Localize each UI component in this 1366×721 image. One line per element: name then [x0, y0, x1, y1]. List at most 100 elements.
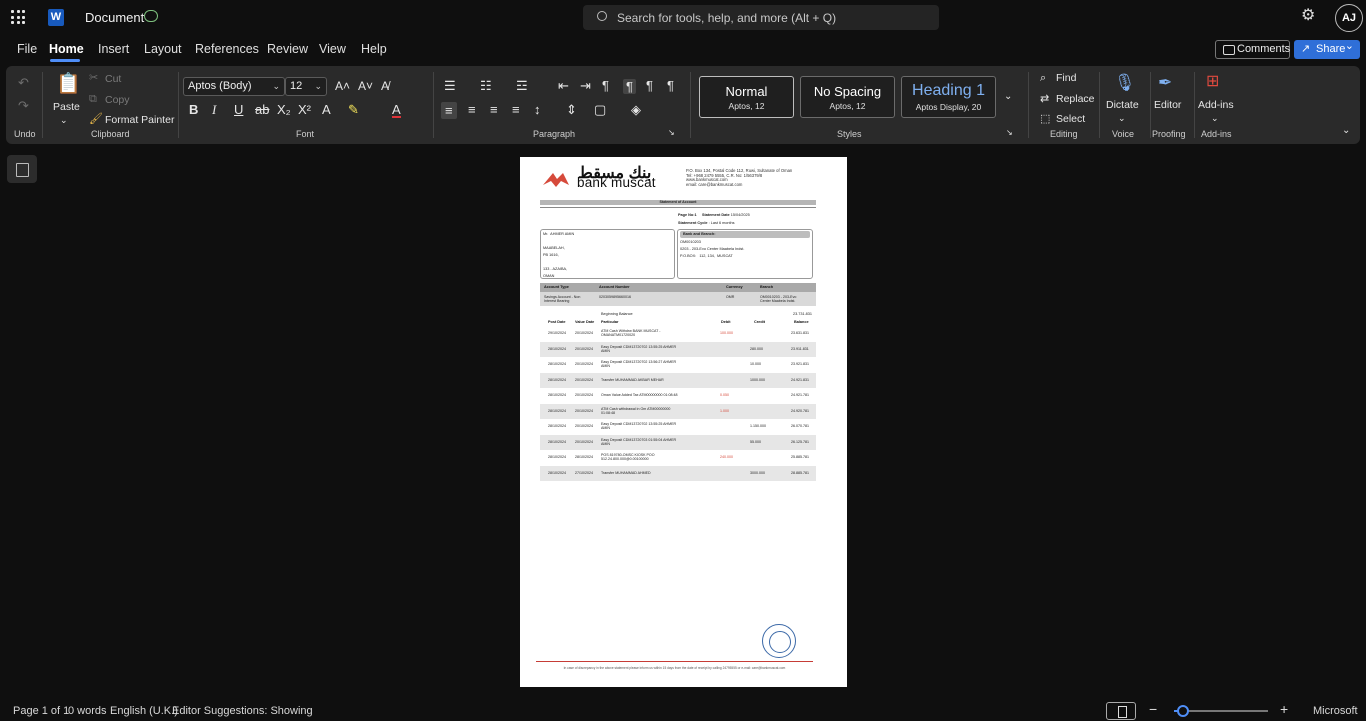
chevron-down-icon[interactable]: ⌄ [1118, 112, 1126, 125]
paragraph-spacing-icon[interactable]: ⇕ [566, 103, 577, 116]
menu-review[interactable]: Review [267, 42, 308, 56]
menu-view[interactable]: View [319, 42, 346, 56]
justify-icon[interactable]: ≡ [512, 103, 520, 116]
rtl-paragraph-icon[interactable]: ¶ [646, 79, 653, 92]
highlight-icon[interactable]: ✎ [348, 103, 359, 116]
find-button[interactable]: Find [1056, 72, 1076, 84]
menu-insert[interactable]: Insert [98, 42, 129, 56]
text-effects-icon[interactable]: A [322, 103, 331, 116]
format-painter-button[interactable]: Format Painter [105, 114, 174, 126]
font-color-icon[interactable]: A [392, 103, 401, 118]
show-marks-icon[interactable]: ¶ [667, 79, 674, 92]
address-line: email: care@bankmuscat.com [686, 181, 743, 187]
value-date-cell: 20/10/2024 [575, 331, 593, 335]
paste-icon[interactable]: 📋 [56, 74, 81, 94]
document-page[interactable]: بنك مسقط bank muscat P.O. Box 134, Posta… [520, 157, 847, 687]
decrease-indent-icon[interactable]: ⇤ [558, 79, 569, 92]
page-count[interactable]: Page 1 of 1 [13, 705, 69, 717]
align-left-icon[interactable]: ≡ [441, 102, 457, 119]
numbering-icon[interactable]: ☷ [480, 79, 492, 92]
word-count[interactable]: 0 words [68, 705, 107, 717]
bullets-icon[interactable]: ☰ [444, 79, 456, 92]
align-right-icon[interactable]: ≡ [490, 103, 498, 116]
branch-box: Bank and Branch: OM0010203 0203 - 203-Ev… [677, 229, 813, 279]
subscript-icon[interactable]: X₂ [277, 103, 291, 116]
cut-button[interactable]: Cut [105, 73, 121, 85]
language[interactable]: English (U.K.) [110, 705, 178, 717]
styles-more-icon[interactable]: ⌄ [1004, 90, 1012, 103]
avatar[interactable]: AJ [1335, 4, 1363, 32]
align-center-icon[interactable]: ≡ [468, 103, 476, 116]
credit-header: Credit [754, 320, 765, 324]
bold-icon[interactable]: B [189, 103, 198, 116]
menu-help[interactable]: Help [361, 42, 387, 56]
style-normal[interactable]: Normal Aptos, 12 [699, 76, 794, 118]
table-row: 29/10/2024 20/10/2024 ATM Cash Withdrw BAN… [540, 326, 816, 341]
statement-date-value: 15/04/2025 [730, 213, 750, 217]
undo-icon[interactable]: ↶ [18, 76, 29, 89]
style-sub: Aptos, 12 [829, 101, 866, 111]
print-layout-icon[interactable] [1106, 702, 1136, 720]
comments-button[interactable]: Comments [1215, 40, 1290, 59]
table-row: 28/10/2024 20/10/2024 Easy Deposit CDM1372… [540, 419, 816, 434]
branch-heading: Bank and Branch: [680, 231, 810, 238]
settings-gear-icon[interactable]: ⚙ [1301, 8, 1317, 24]
increase-indent-icon[interactable]: ⇥ [580, 79, 591, 92]
dialog-launcher-icon[interactable]: ↘ [668, 126, 675, 139]
post-date-cell: 28/10/2024 [548, 424, 566, 428]
table-row: 28/10/2024 28/10/2024 POS 819780-OMSC KIOS… [540, 450, 816, 465]
chevron-down-icon[interactable]: ⌄ [1211, 112, 1219, 125]
copy-button[interactable]: Copy [105, 94, 130, 106]
dialog-launcher-icon[interactable]: ↘ [1006, 126, 1013, 139]
text-direction-rtl-icon[interactable]: ¶ [623, 79, 636, 94]
customer-address: Mr. AHMER AMIN MAABELAH, PB 1616, 133 - … [543, 232, 575, 278]
underline-icon[interactable]: U [234, 103, 243, 116]
ribbon-collapse-icon[interactable]: ⌄ [1342, 124, 1350, 137]
table-row: 28/10/2024 20/10/2024 ATM Cash withdrawal … [540, 403, 816, 419]
font-family-select[interactable]: Aptos (Body) ⌄ [183, 77, 285, 96]
proofing-group-label: Proofing [1152, 129, 1186, 139]
clear-format-icon[interactable]: A̸ [381, 80, 389, 93]
replace-button[interactable]: Replace [1056, 93, 1095, 105]
text-direction-ltr-icon[interactable]: ¶ [602, 79, 609, 92]
borders-icon[interactable]: ▢ [594, 103, 606, 116]
chevron-down-icon: ⌄ [314, 81, 322, 91]
editor-suggestions[interactable]: Editor Suggestions: Showing [172, 705, 313, 717]
menu-references[interactable]: References [195, 42, 259, 56]
separator [42, 72, 43, 138]
saved-cloud-icon[interactable] [144, 10, 158, 22]
menu-home[interactable]: Home [49, 42, 84, 56]
add-ins-button[interactable]: Add-ins [1198, 99, 1234, 111]
zoom-in-button[interactable]: + [1280, 701, 1288, 717]
line-spacing-icon[interactable]: ↕ [534, 103, 541, 116]
paste-button[interactable]: Paste [53, 101, 80, 113]
chevron-down-icon[interactable]: ⌄ [60, 114, 68, 127]
zoom-out-button[interactable]: − [1149, 701, 1157, 717]
navigation-pane-icon[interactable] [7, 155, 37, 183]
superscript-icon[interactable]: X² [298, 103, 311, 116]
menu-layout[interactable]: Layout [144, 42, 182, 56]
menu-file[interactable]: File [17, 42, 37, 56]
footer-divider [536, 661, 813, 662]
italic-icon[interactable]: I [212, 103, 216, 116]
multilevel-list-icon[interactable]: ☲ [516, 79, 528, 92]
word-logo-icon: W [48, 9, 64, 26]
grow-font-icon[interactable]: A˄ [335, 80, 350, 93]
editor-button[interactable]: Editor [1154, 99, 1181, 111]
app-launcher-icon[interactable] [11, 10, 25, 24]
shrink-font-icon[interactable]: A˅ [358, 80, 373, 93]
style-no-spacing[interactable]: No Spacing Aptos, 12 [800, 76, 895, 118]
redo-icon[interactable]: ↷ [18, 99, 29, 112]
strikethrough-icon[interactable]: ab [255, 103, 269, 116]
dictate-button[interactable]: Dictate [1106, 99, 1139, 111]
bank-address: P.O. Box 134, Postal Code 112, Ruwi, Sul… [686, 168, 792, 187]
share-button[interactable]: Share [1294, 37, 1360, 59]
undo-group-label: Undo [14, 129, 36, 139]
document-title[interactable]: Document [85, 10, 144, 25]
font-size-select[interactable]: 12 ⌄ [285, 77, 327, 96]
search-box[interactable]: Search for tools, help, and more (Alt + … [583, 5, 939, 30]
shading-icon[interactable]: ◈ [631, 103, 641, 116]
style-heading-1[interactable]: Heading 1 Aptos Display, 20 [901, 76, 996, 118]
menu-bar: File Home Insert Layout References Revie… [0, 36, 1366, 64]
select-button[interactable]: Select [1056, 113, 1085, 125]
